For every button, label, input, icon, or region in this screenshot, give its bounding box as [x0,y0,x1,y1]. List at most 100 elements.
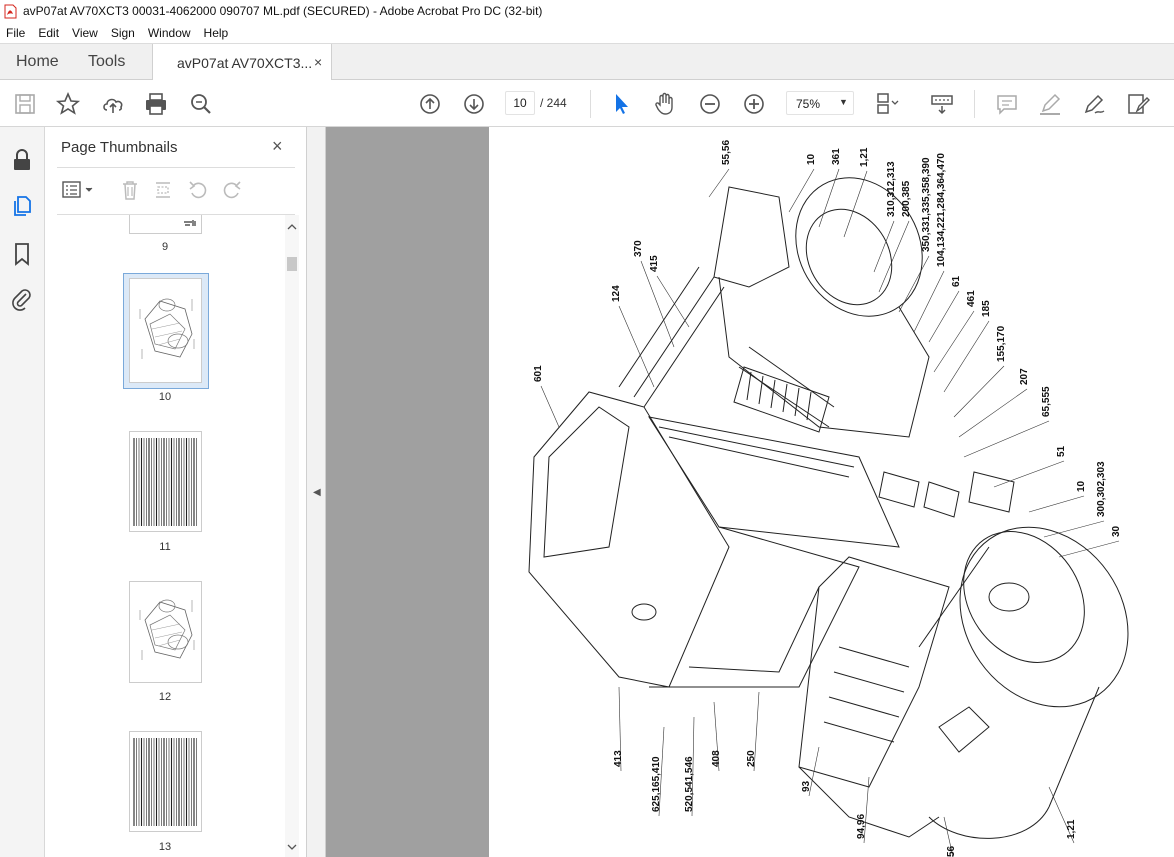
part-callout-label: 200,385 [901,180,912,217]
zoom-in-icon[interactable] [741,91,767,117]
attachment-paperclip-icon[interactable] [9,286,35,312]
divider [57,167,295,168]
part-callout-label: 30 [1111,525,1122,537]
menu-window[interactable]: Window [148,26,191,40]
previous-page-icon[interactable] [417,91,443,117]
page-total: / 244 [540,96,567,110]
part-callout-label: 250 [746,750,757,767]
thumbnail-page-12[interactable] [129,581,202,683]
next-page-icon[interactable] [461,91,487,117]
bookmark-star-icon[interactable] [55,91,81,117]
panel-close-icon[interactable]: × [272,136,283,157]
callout-leader-line [708,168,730,198]
select-cursor-icon[interactable] [608,91,634,117]
print-icon[interactable] [143,91,169,117]
part-callout-label: 56 [946,845,957,857]
callout-leader-line [818,168,840,228]
save-icon[interactable] [12,91,38,117]
part-callout-label: 207 [1019,368,1030,385]
thumbnail-label: 12 [158,691,172,703]
part-callout-label: 350,331,335,358,390 [921,157,932,252]
thumbnail-page-9[interactable] [129,215,202,234]
upload-cloud-icon[interactable] [100,91,126,117]
callout-leader-line [1028,495,1085,513]
panel-splitter[interactable]: ◀ [307,127,326,857]
thumbnail-scrollbar[interactable] [285,215,299,857]
callout-leader-line [1043,520,1105,538]
draw-sign-icon[interactable] [1081,91,1107,117]
callout-leader-line [640,260,675,348]
thumbnail-page-13[interactable] [129,731,202,832]
callout-leader-line [788,168,815,213]
callout-leader-line [958,388,1028,438]
lock-icon[interactable] [9,147,35,173]
part-callout-label: 1,21 [1066,819,1077,839]
bookmark-icon[interactable] [9,241,35,267]
part-callout-label: 104,134,221,284,364,470 [936,153,947,267]
delete-page-icon[interactable] [119,179,141,201]
callout-leader-line [843,170,868,238]
extract-pages-icon[interactable] [153,179,175,201]
callout-leader-line [618,305,655,388]
zoom-level-select[interactable]: 75% ▼ [786,91,854,115]
tab-bar: Home Tools avP07at AV70XCT3... × [0,43,1174,81]
zoom-level-value: 75% [796,97,821,111]
page-number-input[interactable]: 10 [505,91,535,115]
title-bar: avP07at AV70XCT3 00031-4062000 090707 ML… [0,0,1174,22]
tab-document-label: avP07at AV70XCT3... [177,55,313,71]
callout-leader-line [933,310,975,373]
acrobat-pdf-icon [4,4,17,18]
menu-edit[interactable]: Edit [38,26,59,40]
zoom-out-icon[interactable] [697,91,723,117]
fill-sign-icon[interactable] [1125,91,1151,117]
part-callout-label: 10 [1076,480,1087,492]
callout-leader-line [963,420,1050,458]
part-callout-label: 61 [951,275,962,287]
part-callout-label: 461 [966,290,977,307]
menu-help[interactable]: Help [204,26,229,40]
tab-tools[interactable]: Tools [88,44,125,80]
part-callout-label: 185 [981,300,992,317]
menu-file[interactable]: File [6,26,25,40]
rotate-clockwise-icon[interactable] [221,179,243,201]
page-display-icon[interactable] [873,91,899,117]
keyboard-scroll-icon[interactable] [929,91,955,117]
zoom-search-icon[interactable] [188,91,214,117]
tab-close-icon[interactable]: × [314,54,322,70]
callout-leader-line [993,460,1065,488]
scroll-thumb[interactable] [287,257,297,271]
chevron-down-icon: ▼ [839,97,848,107]
collapse-panel-icon[interactable]: ◀ [313,487,321,498]
part-callout-label: 601 [533,365,544,382]
highlight-pen-icon[interactable] [1037,91,1063,117]
scroll-down-icon[interactable] [287,843,297,851]
scroll-up-icon[interactable] [287,223,297,231]
thumbnail-list: 9 10 11 12 13 [45,215,285,857]
thumbnail-page-11[interactable] [129,431,202,532]
part-callout-label: 310,312,313 [886,161,897,217]
rotate-counterclockwise-icon[interactable] [187,179,209,201]
thumbnail-tools [57,177,297,205]
callout-leader-line [898,255,930,313]
part-callout-label: 124 [611,285,622,302]
pdf-page: 55,56 10 361 1,21 310,312,313 200,385 350,331,… [489,127,1174,857]
comment-icon[interactable] [994,91,1020,117]
menu-view[interactable]: View [72,26,98,40]
menu-sign[interactable]: Sign [111,26,135,40]
left-rail [0,127,45,857]
callout-leader-line [928,290,960,343]
menu-bar: File Edit View Sign Window Help [0,22,1174,43]
hand-tool-icon[interactable] [652,91,678,117]
part-callout-label: 51 [1056,445,1067,457]
tab-home[interactable]: Home [16,44,59,80]
thumbnail-page-10[interactable] [129,278,202,383]
tab-document[interactable]: avP07at AV70XCT3... × [152,44,332,81]
thumbnail-options-icon[interactable] [61,179,99,201]
page-thumbnails-icon[interactable] [9,193,35,219]
part-callout-label: 65,555 [1041,386,1052,417]
part-callout-label: 370 [633,240,644,257]
exploded-parts-drawing: 55,56 10 361 1,21 310,312,313 200,385 350,331,… [528,140,1129,857]
panel-title: Page Thumbnails [61,139,178,156]
callout-leader-line [943,320,990,393]
part-callout-label: 94,96 [856,814,867,839]
